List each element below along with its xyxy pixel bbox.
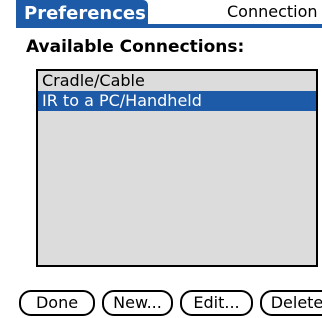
- connection-item-cradle-cable[interactable]: Cradle/Cable: [38, 71, 316, 91]
- connection-item-ir-pc-handheld[interactable]: IR to a PC/Handheld: [38, 91, 316, 111]
- delete-button[interactable]: Delete: [260, 290, 322, 316]
- done-button[interactable]: Done: [19, 290, 95, 316]
- category-picker[interactable]: Connection: [227, 0, 322, 24]
- app-title: Preferences: [16, 0, 148, 28]
- available-connections-label: Available Connections:: [26, 37, 245, 57]
- edit-button[interactable]: Edit...: [180, 290, 253, 316]
- connections-list[interactable]: Cradle/Cable IR to a PC/Handheld: [36, 69, 318, 267]
- preferences-screen: Preferences Connection Available Connect…: [16, 0, 322, 318]
- button-row: Done New... Edit... Delete: [16, 290, 322, 316]
- title-bar: Preferences Connection: [16, 0, 322, 28]
- new-button[interactable]: New...: [102, 290, 173, 316]
